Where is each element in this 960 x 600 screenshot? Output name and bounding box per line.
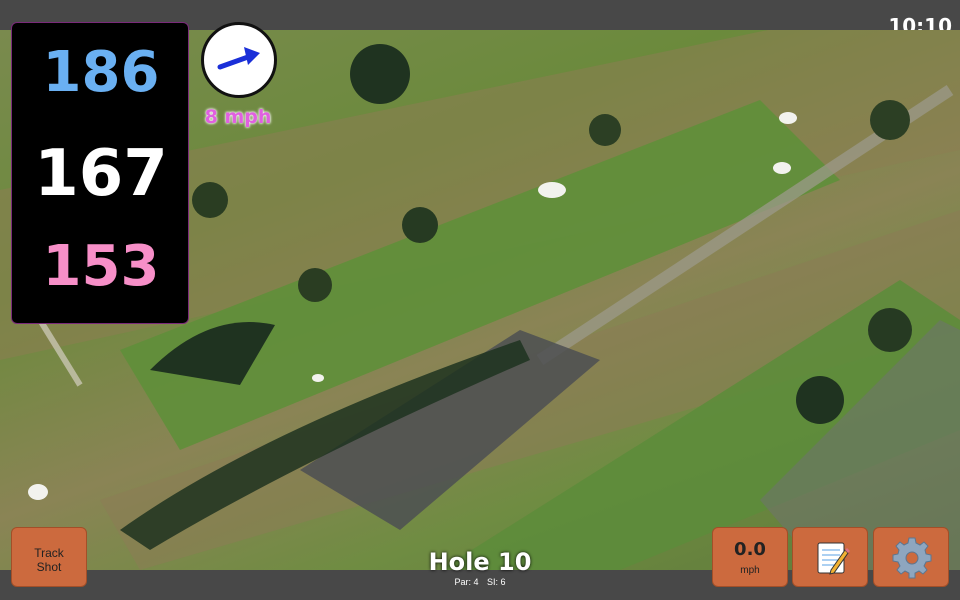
track-shot-label: Track Shot — [34, 546, 64, 574]
wind-speed: 8 mph — [204, 106, 272, 128]
wind-arrow-icon — [217, 47, 260, 70]
speed-button[interactable]: 0.0 mph — [712, 527, 788, 587]
center-distance: 167 — [34, 137, 168, 211]
speed-value: 0.0 — [734, 539, 766, 560]
front-distance: 153 — [42, 234, 160, 299]
gear-icon — [892, 537, 932, 579]
speed-unit: mph — [740, 565, 760, 576]
hole-info: Par: 4 SI: 6 — [380, 577, 580, 587]
hole-title: Hole 10 — [428, 548, 532, 576]
track-shot-button[interactable]: Track Shot — [11, 527, 87, 587]
back-distance: 186 — [42, 40, 160, 105]
settings-button[interactable] — [873, 527, 949, 587]
notes-button[interactable] — [792, 527, 868, 587]
hole-stroke-index: SI: 6 — [487, 577, 506, 587]
wind-direction-dial — [201, 22, 277, 98]
distance-panel: 186 167 153 — [11, 22, 189, 324]
hole-par: Par: 4 — [454, 577, 479, 587]
notepad-icon — [817, 542, 850, 575]
